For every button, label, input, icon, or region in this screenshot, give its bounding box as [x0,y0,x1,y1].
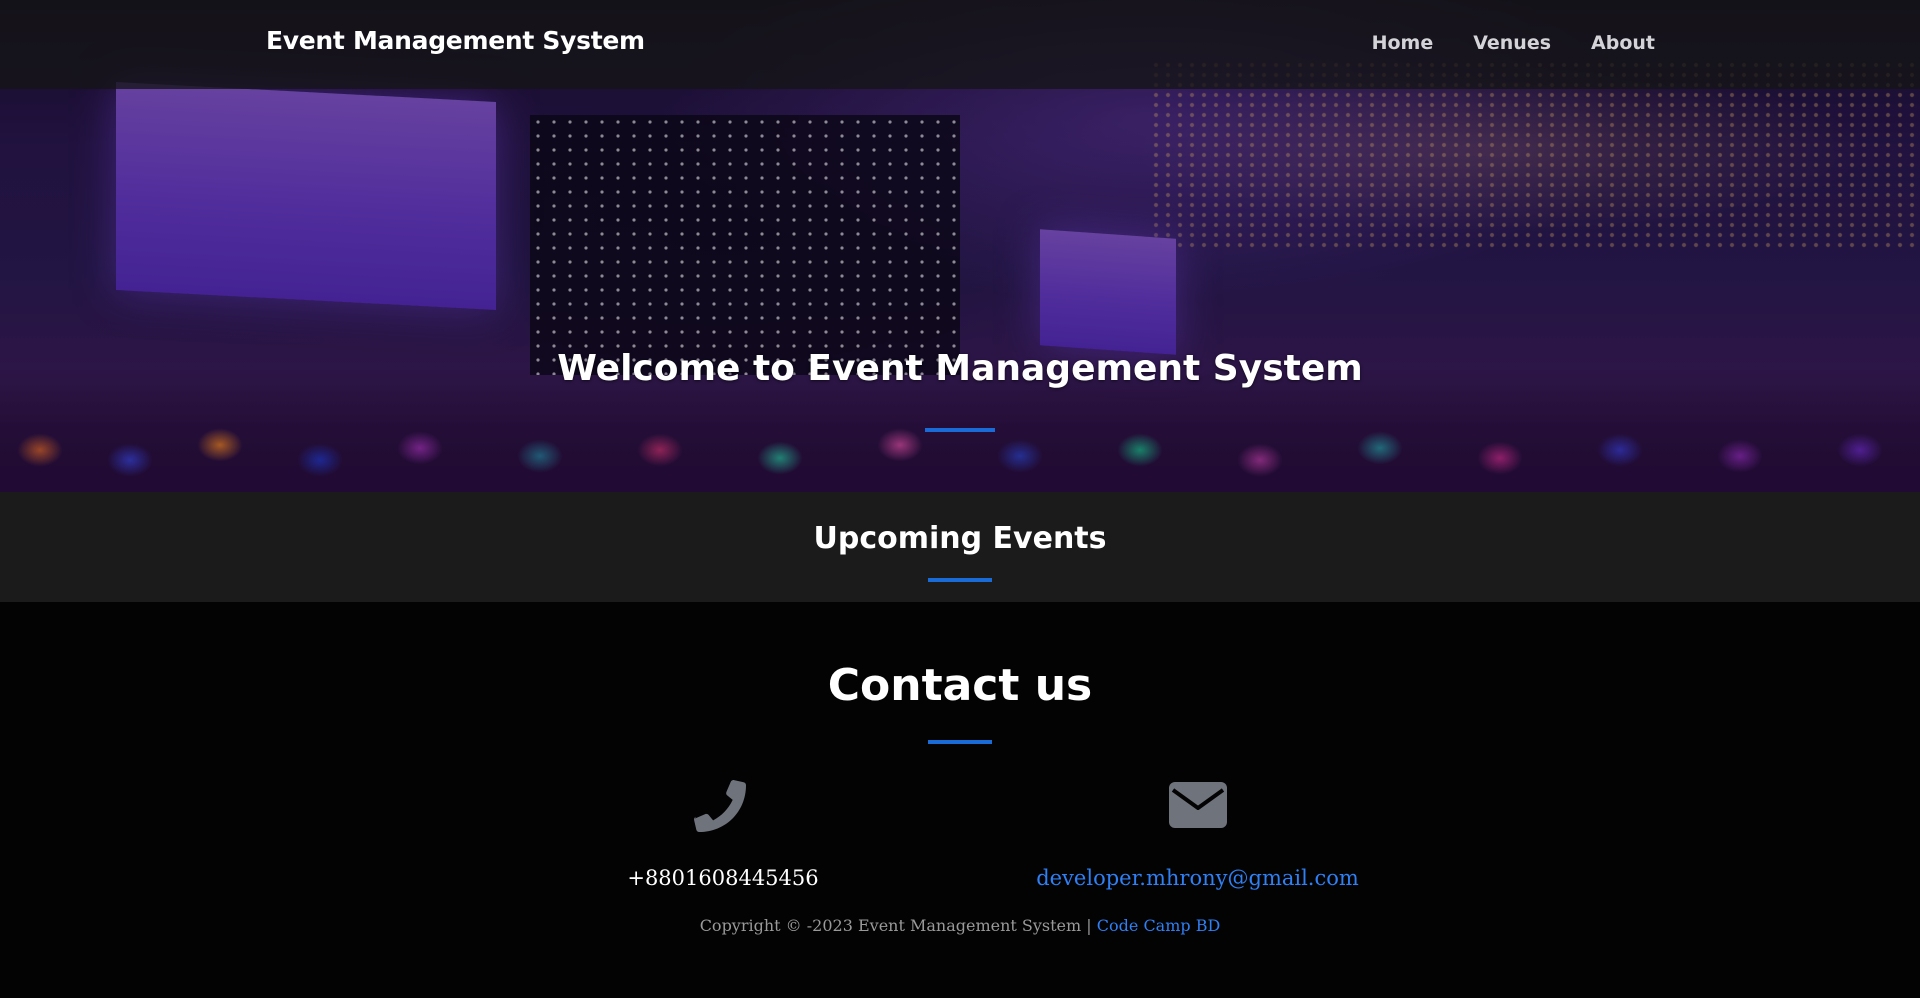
contact-section: Contact us +8801608445456 developer.mhro… [0,602,1920,998]
navbar: Event Management System Home Venues Abou… [0,0,1920,89]
contact-title: Contact us [827,660,1093,711]
nav-link-about[interactable]: About [1591,32,1655,54]
credit-link[interactable]: Code Camp BD [1097,916,1221,935]
nav-link-home[interactable]: Home [1372,32,1434,54]
contact-phone: +8801608445456 [600,772,846,890]
footer-copyright: Copyright © -2023 Event Management Syste… [0,916,1920,935]
upcoming-events-title: Upcoming Events [813,521,1107,556]
contact-email-link[interactable]: developer.mhrony@gmail.com [1030,866,1365,890]
contact-email: developer.mhrony@gmail.com [1030,772,1365,890]
hero-title-underline [925,428,995,432]
contact-title-underline [928,740,992,744]
nav-links: Home Venues About [1372,32,1655,54]
nav-link-venues[interactable]: Venues [1473,32,1551,54]
hero-title: Welcome to Event Management System [557,348,1363,389]
phone-icon [691,772,755,836]
envelope-icon [1166,772,1230,836]
copyright-text: Copyright © -2023 Event Management Syste… [699,916,1092,935]
contact-phone-number: +8801608445456 [627,866,819,890]
upcoming-events-section: Upcoming Events [0,492,1920,602]
brand-link[interactable]: Event Management System [266,26,645,55]
upcoming-events-underline [928,578,992,582]
